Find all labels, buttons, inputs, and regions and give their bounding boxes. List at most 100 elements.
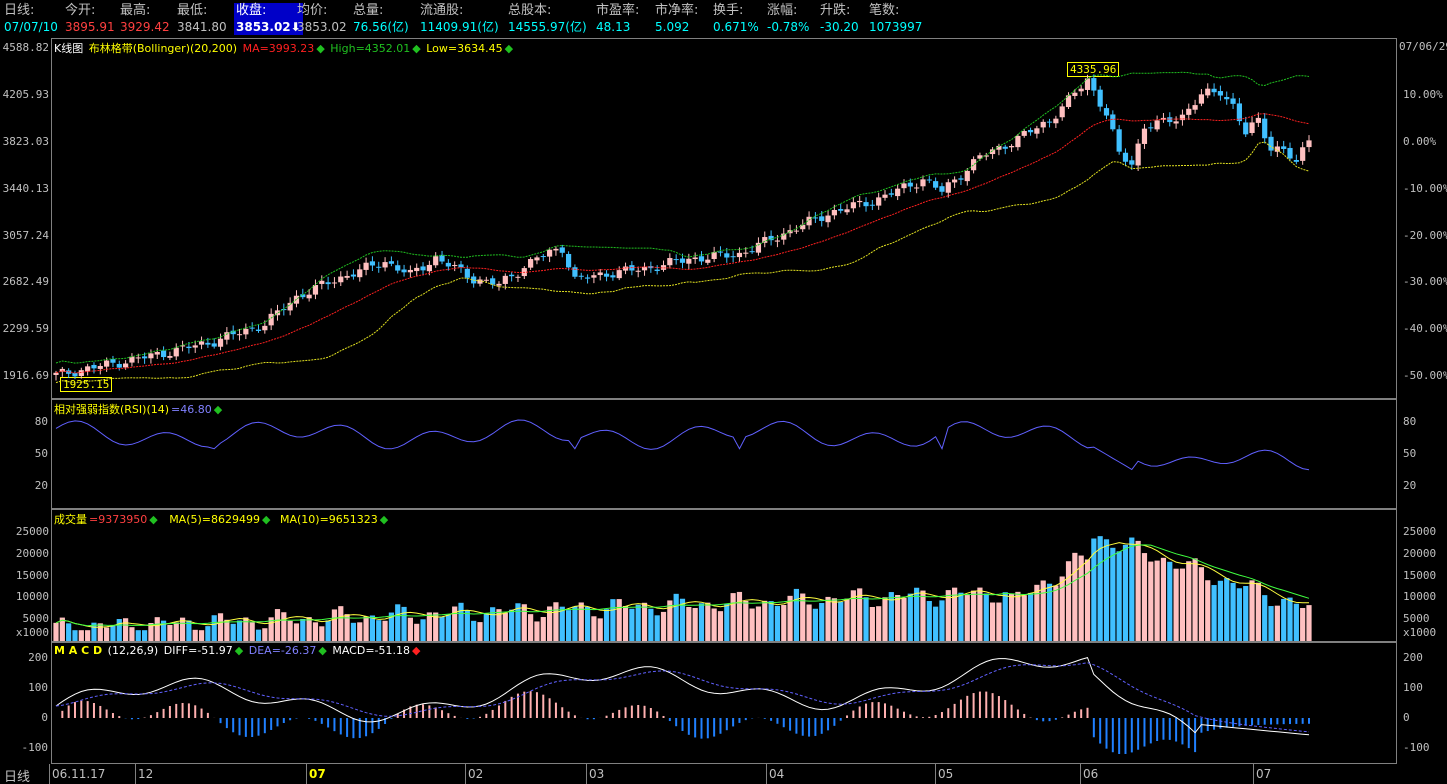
candle-body	[1002, 146, 1008, 149]
candle-body	[458, 264, 464, 268]
volume-bar	[249, 622, 255, 641]
volume-bar	[236, 620, 243, 641]
candle-body	[344, 275, 350, 278]
volume-bar	[711, 608, 717, 641]
date-axis-label: 07	[309, 767, 326, 781]
volume-bar	[964, 595, 970, 641]
candle-body	[350, 274, 357, 277]
candle-body	[952, 179, 958, 183]
candle-body	[528, 259, 534, 268]
volume-bar	[483, 613, 489, 641]
candle-body	[262, 325, 268, 331]
date-axis-label: 07	[1256, 767, 1272, 781]
volume-bar	[521, 604, 527, 641]
volume-bar	[312, 622, 319, 641]
candle-body	[1084, 78, 1091, 90]
candle-body	[705, 259, 711, 263]
candle-body	[578, 275, 584, 277]
volume-bar	[819, 603, 825, 641]
volume-bar	[705, 602, 711, 641]
volume-bar	[53, 622, 59, 641]
candle-body	[844, 209, 850, 213]
candle-body	[85, 366, 91, 372]
volume-bar	[1249, 580, 1255, 641]
candle-body	[1300, 147, 1306, 161]
volume-bar	[66, 623, 72, 641]
volume-bar	[420, 619, 426, 641]
candle-body	[123, 363, 129, 368]
date-axis-label: 06	[1083, 767, 1099, 781]
volume-bar	[597, 618, 603, 641]
volume-bar	[869, 606, 875, 641]
volume-bar	[325, 620, 331, 641]
candle-body	[1116, 129, 1122, 152]
volume-bar	[983, 593, 989, 641]
volume-bar	[610, 599, 616, 641]
volume-bar	[793, 588, 800, 641]
volume-bar	[97, 623, 103, 641]
candle-body	[243, 328, 249, 335]
rsi-line	[55, 419, 1310, 471]
candle-body	[926, 179, 932, 181]
candle-body	[1268, 136, 1274, 151]
candle-body	[933, 181, 939, 188]
volume-bar	[540, 617, 546, 641]
candle-body	[211, 343, 217, 347]
candle-body	[717, 251, 724, 253]
volume-bar	[281, 612, 287, 641]
bollinger-upper-line	[55, 71, 1310, 364]
volume-bar	[553, 602, 559, 641]
volume-bar	[724, 603, 730, 641]
volume-bar	[1306, 605, 1312, 641]
candle-body	[167, 355, 173, 358]
volume-bar	[1015, 591, 1021, 641]
candle-body	[1110, 114, 1116, 130]
date-axis-label: 04	[769, 767, 785, 781]
candle-body	[679, 258, 686, 263]
chart-surface[interactable]	[0, 0, 1447, 784]
volume-bar	[755, 606, 762, 641]
volume-bar	[641, 602, 648, 641]
candle-body	[1211, 88, 1217, 93]
candle-body	[255, 329, 262, 331]
candle-body	[591, 275, 597, 278]
candle-body	[1040, 121, 1046, 128]
candle-body	[395, 265, 401, 271]
volume-bar	[1217, 580, 1224, 641]
candle-body	[464, 268, 470, 278]
volume-bar	[135, 630, 141, 641]
volume-bar	[547, 606, 553, 641]
candle-body	[736, 252, 743, 258]
candle-body	[1306, 140, 1312, 148]
volume-bar	[350, 622, 357, 641]
volume-bar	[895, 595, 901, 641]
volume-bar	[1293, 603, 1299, 641]
candle-body	[249, 327, 255, 329]
volume-bar	[692, 608, 698, 641]
volume-bar	[717, 611, 724, 641]
volume-bar	[686, 607, 692, 641]
volume-bar	[129, 627, 135, 641]
volume-bar	[971, 590, 977, 641]
candle-body	[1249, 122, 1255, 134]
candle-body	[888, 193, 894, 195]
volume-bar	[1021, 595, 1027, 641]
candle-body	[1281, 146, 1287, 149]
volume-bar	[743, 601, 749, 641]
candle-body	[673, 259, 679, 261]
volume-bar	[844, 598, 850, 641]
period-label[interactable]: 日线	[4, 766, 30, 784]
volume-bar	[1160, 557, 1167, 641]
candle-body	[971, 159, 977, 171]
date-tick	[586, 764, 587, 784]
candle-body	[490, 278, 496, 285]
candle-body	[110, 359, 116, 363]
date-tick	[49, 764, 50, 784]
volume-bar	[762, 600, 768, 641]
candle-body	[205, 342, 211, 345]
volume-bar	[1072, 552, 1078, 641]
date-tick	[306, 764, 307, 784]
candle-body	[426, 264, 432, 272]
candle-body	[901, 183, 907, 189]
candle-body	[357, 269, 363, 278]
